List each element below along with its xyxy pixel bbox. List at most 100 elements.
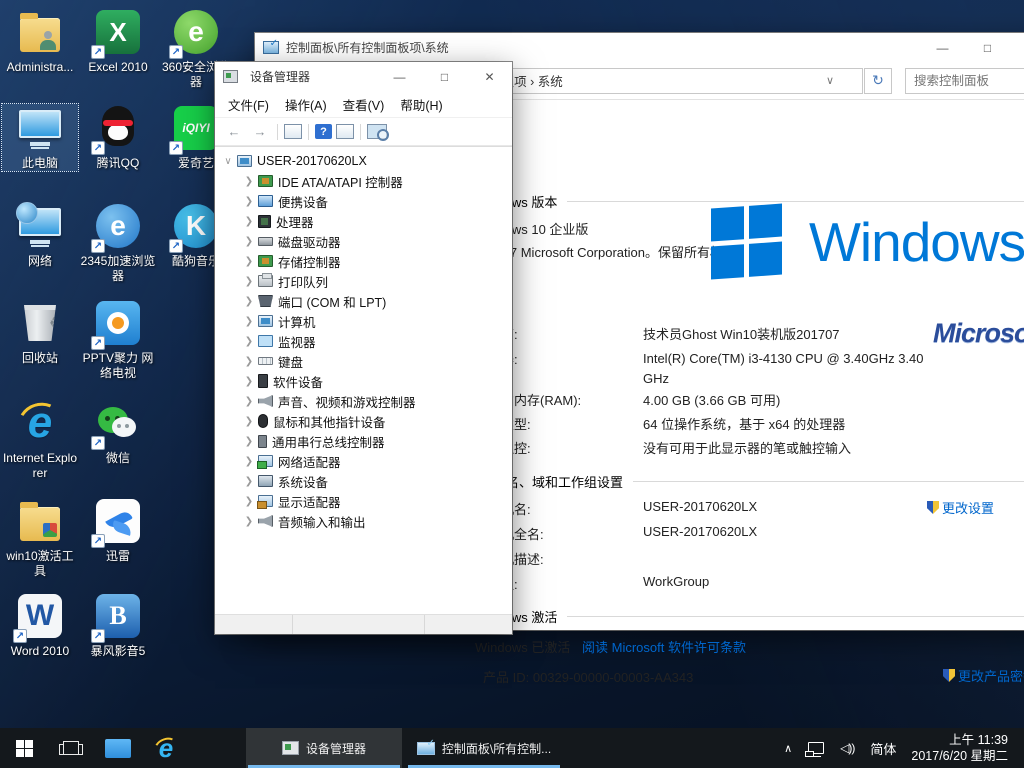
- change-product-key-link[interactable]: 更改产品密钥: [943, 666, 1024, 685]
- expand-icon[interactable]: ❯: [242, 196, 256, 207]
- desktop-icon-label: win10激活工具: [2, 549, 78, 579]
- tree-node-display-adapter[interactable]: ❯显示适配器: [215, 491, 512, 511]
- desktop-icon-this-pc[interactable]: 此电脑: [2, 104, 78, 171]
- desktop-icon-label: Internet Explorer: [2, 451, 78, 481]
- scan-hardware-icon[interactable]: [367, 124, 387, 139]
- taskbar-ie-button[interactable]: e: [142, 728, 190, 768]
- tree-node-ide[interactable]: ❯IDE ATA/ATAPI 控制器: [215, 171, 512, 191]
- menu-view[interactable]: 查看(V): [336, 91, 392, 118]
- desktop-icon-2345-browser[interactable]: e↗ 2345加速浏览器: [80, 202, 156, 284]
- expand-icon[interactable]: ❯: [242, 376, 256, 387]
- tree-node-monitor[interactable]: ❯监视器: [215, 331, 512, 351]
- tree-node-print-queue[interactable]: ❯打印队列: [215, 271, 512, 291]
- network-tray-icon[interactable]: [801, 728, 831, 768]
- tree-node-system-devices[interactable]: ❯系统设备: [215, 471, 512, 491]
- tree-node-processor[interactable]: ❯处理器: [215, 211, 512, 231]
- minimize-button[interactable]: —: [377, 62, 422, 91]
- desktop-icon-win10-tool[interactable]: win10激活工具: [2, 497, 78, 579]
- help-icon[interactable]: ?: [315, 124, 332, 139]
- expand-icon[interactable]: ❯: [242, 336, 256, 347]
- row-value: 4.00 GB (3.66 GB 可用): [643, 390, 780, 409]
- expand-icon[interactable]: ❯: [242, 516, 256, 527]
- license-terms-link[interactable]: 阅读 Microsoft 软件许可条款: [582, 637, 746, 656]
- taskbar-control-panel-button[interactable]: 控制面板\所有控制...: [406, 728, 562, 768]
- taskbar-device-manager-button[interactable]: 设备管理器: [246, 728, 402, 768]
- task-view-icon: [63, 741, 79, 755]
- expand-icon[interactable]: ❯: [242, 356, 256, 367]
- expand-icon[interactable]: ❯: [242, 256, 256, 267]
- forward-icon[interactable]: →: [249, 122, 271, 142]
- tree-node-usb[interactable]: ❯通用串行总线控制器: [215, 431, 512, 451]
- task-view-button[interactable]: [48, 728, 94, 768]
- expand-icon[interactable]: ❯: [242, 276, 256, 287]
- start-button[interactable]: [0, 728, 48, 768]
- wechat-icon: ↗: [94, 399, 142, 447]
- disk-drive-icon: [258, 237, 273, 246]
- expand-icon[interactable]: ❯: [242, 236, 256, 247]
- volume-icon[interactable]: ◁)): [833, 728, 861, 768]
- maximize-button[interactable]: □: [422, 62, 467, 91]
- back-icon[interactable]: ←: [223, 122, 245, 142]
- expand-icon[interactable]: ❯: [242, 176, 256, 187]
- tree-node-disk[interactable]: ❯磁盘驱动器: [215, 231, 512, 251]
- tree-node-computer[interactable]: ∨USER-20170620LX: [215, 151, 512, 171]
- expand-icon[interactable]: ❯: [242, 216, 256, 227]
- taskbar-explorer-button[interactable]: [94, 728, 142, 768]
- expand-icon[interactable]: ❯: [242, 476, 256, 487]
- properties-icon[interactable]: [336, 124, 354, 139]
- expand-icon[interactable]: ∨: [221, 156, 235, 167]
- refresh-icon[interactable]: ↻: [864, 68, 892, 94]
- minimize-button[interactable]: —: [920, 33, 965, 62]
- win10-tool-folder-icon: [16, 497, 64, 545]
- maximize-button[interactable]: □: [965, 33, 1010, 62]
- search-box: [905, 68, 1024, 94]
- tree-node-audio-io[interactable]: ❯音频输入和输出: [215, 511, 512, 531]
- menu-file[interactable]: 文件(F): [221, 91, 276, 118]
- desktop-icon-qq[interactable]: ↗ 腾讯QQ: [80, 104, 156, 171]
- desktop-icon-wechat[interactable]: ↗ 微信: [80, 399, 156, 466]
- chevron-down-icon[interactable]: ∨: [826, 74, 834, 87]
- windows-start-icon: [16, 740, 33, 757]
- desktop-icon-administrator[interactable]: Administra...: [2, 8, 78, 75]
- desktop-icon-word[interactable]: W↗ Word 2010: [2, 592, 78, 659]
- tree-node-keyboard[interactable]: ❯键盘: [215, 351, 512, 371]
- expand-icon[interactable]: ❯: [242, 296, 256, 307]
- desktop-icon-network[interactable]: 网络: [2, 202, 78, 269]
- tree-node-software[interactable]: ❯软件设备: [215, 371, 512, 391]
- menu-action[interactable]: 操作(A): [278, 91, 334, 118]
- expand-icon[interactable]: ❯: [242, 416, 256, 427]
- tree-node-ports[interactable]: ❯端口 (COM 和 LPT): [215, 291, 512, 311]
- desktop-icon-recycle-bin[interactable]: 回收站: [2, 299, 78, 366]
- change-settings-link[interactable]: 更改设置: [927, 498, 994, 517]
- expand-icon[interactable]: ❯: [242, 456, 256, 467]
- tree-node-storage[interactable]: ❯存储控制器: [215, 251, 512, 271]
- desktop-icon-pptv[interactable]: ↗ PPTV聚力 网络电视: [80, 299, 156, 381]
- expand-icon[interactable]: ❯: [242, 436, 256, 447]
- expand-icon[interactable]: ❯: [242, 496, 256, 507]
- tray-date: 2017/6/20 星期二: [911, 749, 1008, 763]
- desktop-icon-label: 迅雷: [80, 549, 156, 564]
- clock[interactable]: 上午 11:39 2017/6/20 星期二: [905, 728, 1018, 768]
- desktop-icon-xunlei[interactable]: ↗ 迅雷: [80, 497, 156, 564]
- close-button[interactable]: ✕: [467, 62, 512, 91]
- desktop-icon-ie[interactable]: e Internet Explorer: [2, 399, 78, 481]
- tree-node-network-adapter[interactable]: ❯网络适配器: [215, 451, 512, 471]
- expand-icon[interactable]: ❯: [242, 396, 256, 407]
- expand-icon[interactable]: ❯: [242, 316, 256, 327]
- tray-chevron-icon[interactable]: ∧: [777, 728, 799, 768]
- tree-node-computer2[interactable]: ❯计算机: [215, 311, 512, 331]
- close-button[interactable]: ✕: [1010, 33, 1024, 62]
- tree-node-sound[interactable]: ❯声音、视频和游戏控制器: [215, 391, 512, 411]
- tree-node-mouse[interactable]: ❯鼠标和其他指针设备: [215, 411, 512, 431]
- uac-shield-icon: [927, 501, 939, 514]
- shortcut-arrow-icon: ↗: [169, 141, 183, 155]
- show-console-tree-icon[interactable]: [284, 124, 302, 139]
- menu-help[interactable]: 帮助(H): [393, 91, 449, 118]
- system-tray: ∧ ◁)) 简体 上午 11:39 2017/6/20 星期二: [777, 728, 1024, 768]
- desktop-icon-excel[interactable]: X↗ Excel 2010: [80, 8, 156, 75]
- shortcut-arrow-icon: ↗: [169, 239, 183, 253]
- search-input[interactable]: [906, 74, 1024, 88]
- tree-node-portable[interactable]: ❯便携设备: [215, 191, 512, 211]
- desktop-icon-storm[interactable]: B↗ 暴风影音5: [80, 592, 156, 659]
- input-method-indicator[interactable]: 简体: [863, 728, 903, 768]
